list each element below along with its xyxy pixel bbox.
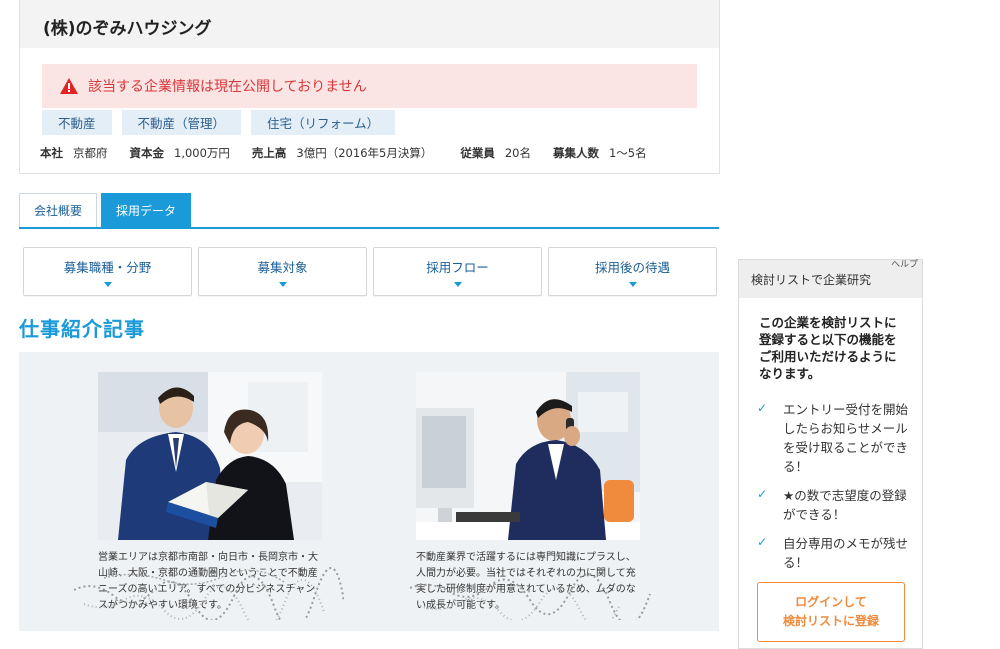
company-card: (株)のぞみハウジング 該当する企業情報は現在公開しておりません 不動産 不動産… bbox=[19, 0, 720, 174]
page-tabs: 会社概要 採用データ bbox=[19, 193, 195, 227]
subnav-hiring-flow[interactable]: 採用フロー bbox=[373, 247, 542, 296]
company-name: (株)のぞみハウジング bbox=[43, 19, 212, 39]
company-stats: 本社 京都府 資本金 1,000万円 売上高 3億円（2016年5月決算） 従業… bbox=[40, 145, 669, 161]
stat-value: 京都府 bbox=[73, 146, 108, 160]
stat-label: 募集人数 bbox=[552, 146, 599, 160]
watchlist-sidebar: 検討リストで企業研究 ヘルプ この企業を検討リストに登録すると以下の機能をご利用… bbox=[738, 259, 923, 649]
alert-text: 該当する企業情報は現在公開しておりません bbox=[88, 79, 367, 95]
sidebar-header: 検討リストで企業研究 ヘルプ bbox=[739, 260, 922, 298]
caret-down-icon bbox=[103, 281, 112, 287]
tab-company-overview[interactable]: 会社概要 bbox=[19, 193, 98, 227]
subnav-label: 採用フロー bbox=[426, 259, 489, 275]
subnav-job-types[interactable]: 募集職種・分野 bbox=[23, 247, 192, 296]
subnav-label: 募集職種・分野 bbox=[63, 259, 152, 275]
stat-sales: 売上高 3億円（2016年5月決算） bbox=[252, 145, 432, 161]
job-articles: 営業エリアは京都市南部・向日市・長岡京市・大山崎、大阪・京都の通勤圏内ということ… bbox=[19, 352, 719, 631]
article-photo bbox=[416, 372, 640, 540]
check-icon: ✓ bbox=[757, 401, 768, 415]
subnav-label: 採用後の待遇 bbox=[594, 259, 670, 275]
stat-label: 売上高 bbox=[251, 146, 287, 160]
feature-text: ★の数で志望度の登録ができる！ bbox=[783, 488, 907, 522]
check-icon: ✓ bbox=[757, 487, 768, 501]
check-icon: ✓ bbox=[757, 535, 768, 549]
recruitment-subnav: 募集職種・分野 募集対象 採用フロー 採用後の待遇 bbox=[23, 247, 717, 296]
stat-label: 資本金 bbox=[129, 146, 165, 160]
caret-down-icon bbox=[628, 281, 637, 287]
help-link[interactable]: ヘルプ bbox=[891, 257, 918, 270]
industry-tag[interactable]: 住宅（リフォーム） bbox=[251, 110, 396, 135]
stat-value: 1〜5名 bbox=[608, 146, 647, 160]
industry-tag[interactable]: 不動産 bbox=[42, 110, 112, 135]
stat-value: 20名 bbox=[504, 146, 531, 160]
article-text-content: 不動産業界で活躍するには専門知識にプラスし、人間力が必要。当社ではそれぞれの力に… bbox=[416, 552, 636, 611]
subnav-target[interactable]: 募集対象 bbox=[198, 247, 367, 296]
feature-item: ✓ ★の数で志望度の登録ができる！ bbox=[757, 486, 912, 524]
article-text: 営業エリアは京都市南部・向日市・長岡京市・大山崎、大阪・京都の通勤圏内ということ… bbox=[74, 550, 344, 620]
section-title: 仕事紹介記事 bbox=[19, 317, 145, 341]
stat-label: 従業員 bbox=[460, 146, 495, 160]
article-photo bbox=[98, 372, 322, 540]
company-header: (株)のぞみハウジング bbox=[20, 0, 719, 48]
caret-down-icon bbox=[453, 281, 462, 287]
stat-employees: 従業員 20名 bbox=[460, 145, 531, 161]
feature-text: エントリー受付を開始したらお知らせメールを受け取ることができる！ bbox=[783, 402, 909, 474]
caret-down-icon bbox=[278, 281, 287, 287]
feature-list: ✓ エントリー受付を開始したらお知らせメールを受け取ることができる！ ✓ ★の数… bbox=[739, 382, 922, 572]
tab-recruitment-data[interactable]: 採用データ bbox=[101, 193, 192, 227]
feature-item: ✓ エントリー受付を開始したらお知らせメールを受け取ることができる！ bbox=[757, 400, 912, 476]
stat-label: 本社 bbox=[40, 146, 63, 160]
feature-text: 自分専用のメモが残せる！ bbox=[783, 536, 909, 570]
stat-hq: 本社 京都府 bbox=[40, 145, 108, 161]
industry-tag[interactable]: 不動産（管理） bbox=[121, 110, 242, 135]
article-card[interactable]: 不動産業界で活躍するには専門知識にプラスし、人間力が必要。当社ではそれぞれの力に… bbox=[410, 372, 651, 620]
article-card[interactable]: 営業エリアは京都市南部・向日市・長岡京市・大山崎、大阪・京都の通勤圏内ということ… bbox=[74, 372, 344, 620]
subnav-benefits[interactable]: 採用後の待遇 bbox=[548, 247, 717, 296]
sidebar-lead: この企業を検討リストに登録すると以下の機能をご利用いただけるようになります。 bbox=[759, 315, 897, 381]
login-line-2: 検討リストに登録 bbox=[782, 614, 879, 628]
stat-value: 1,000万円 bbox=[174, 146, 230, 160]
feature-item: ✓ 自分専用のメモが残せる！ bbox=[757, 534, 912, 572]
tab-underline bbox=[19, 227, 719, 229]
login-line-1: ログインして bbox=[795, 595, 867, 609]
sidebar-title: 検討リストで企業研究 bbox=[751, 272, 872, 287]
industry-tags: 不動産 不動産（管理） 住宅（リフォーム） bbox=[42, 110, 396, 135]
article-text: 不動産業界で活躍するには専門知識にプラスし、人間力が必要。当社ではそれぞれの力に… bbox=[410, 550, 651, 620]
stat-capital: 資本金 1,000万円 bbox=[130, 145, 230, 161]
login-register-button[interactable]: ログインして 検討リストに登録 bbox=[757, 582, 905, 642]
unpublished-alert: 該当する企業情報は現在公開しておりません bbox=[42, 64, 697, 108]
stat-openings: 募集人数 1〜5名 bbox=[553, 145, 647, 161]
article-text-content: 営業エリアは京都市南部・向日市・長岡京市・大山崎、大阪・京都の通勤圏内ということ… bbox=[98, 552, 318, 611]
subnav-label: 募集対象 bbox=[257, 259, 308, 275]
stat-value: 3億円（2016年5月決算） bbox=[296, 146, 433, 160]
warning-icon bbox=[60, 78, 78, 94]
